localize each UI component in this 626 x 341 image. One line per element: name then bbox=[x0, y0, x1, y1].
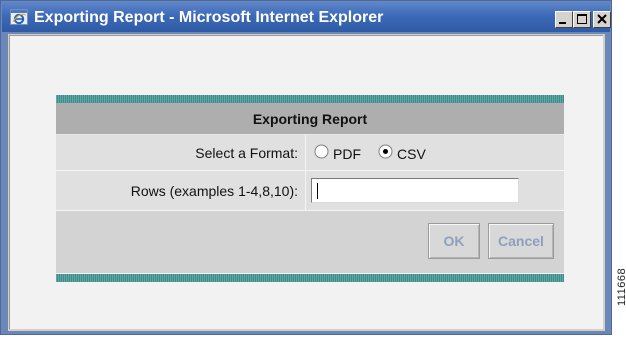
top-accent-stripe bbox=[56, 95, 564, 103]
minimize-button[interactable] bbox=[555, 11, 573, 28]
rows-label: Rows (examples 1-4,8,10): bbox=[130, 183, 298, 199]
window-title: Exporting Report - Microsoft Internet Ex… bbox=[34, 9, 384, 26]
figure-number: 111668 bbox=[616, 267, 626, 306]
ie-icon bbox=[10, 9, 28, 25]
title-bar[interactable]: Exporting Report - Microsoft Internet Ex… bbox=[2, 2, 611, 32]
format-row: Select a Format: PDF CSV bbox=[56, 135, 564, 171]
close-icon bbox=[597, 14, 607, 24]
browser-window: Exporting Report - Microsoft Internet Ex… bbox=[0, 0, 612, 335]
dialog-header: Exporting Report bbox=[56, 103, 564, 135]
actions-row: OK Cancel bbox=[56, 211, 564, 274]
ok-button[interactable]: OK bbox=[428, 223, 480, 259]
maximize-button[interactable] bbox=[573, 11, 591, 28]
column-divider bbox=[305, 171, 306, 210]
page-content: Exporting Report Select a Format: PDF CS… bbox=[9, 35, 603, 329]
browser-client-area: Exporting Report Select a Format: PDF CS… bbox=[8, 34, 605, 331]
csv-option-label[interactable]: CSV bbox=[397, 146, 426, 162]
minimize-icon bbox=[559, 22, 566, 24]
rows-row: Rows (examples 1-4,8,10): bbox=[56, 171, 564, 211]
export-dialog: Exporting Report Select a Format: PDF CS… bbox=[56, 95, 564, 285]
bottom-accent-stripe bbox=[56, 274, 564, 282]
format-label: Select a Format: bbox=[195, 145, 298, 161]
text-caret bbox=[317, 183, 318, 199]
dialog-title: Exporting Report bbox=[252, 111, 368, 127]
column-divider bbox=[305, 135, 306, 170]
csv-radio[interactable] bbox=[378, 144, 393, 159]
close-button[interactable] bbox=[593, 11, 611, 28]
rows-input[interactable] bbox=[311, 178, 519, 203]
pdf-radio[interactable] bbox=[314, 144, 329, 159]
cancel-button[interactable]: Cancel bbox=[488, 223, 554, 259]
pdf-option-label[interactable]: PDF bbox=[333, 146, 361, 162]
maximize-icon bbox=[577, 14, 587, 24]
